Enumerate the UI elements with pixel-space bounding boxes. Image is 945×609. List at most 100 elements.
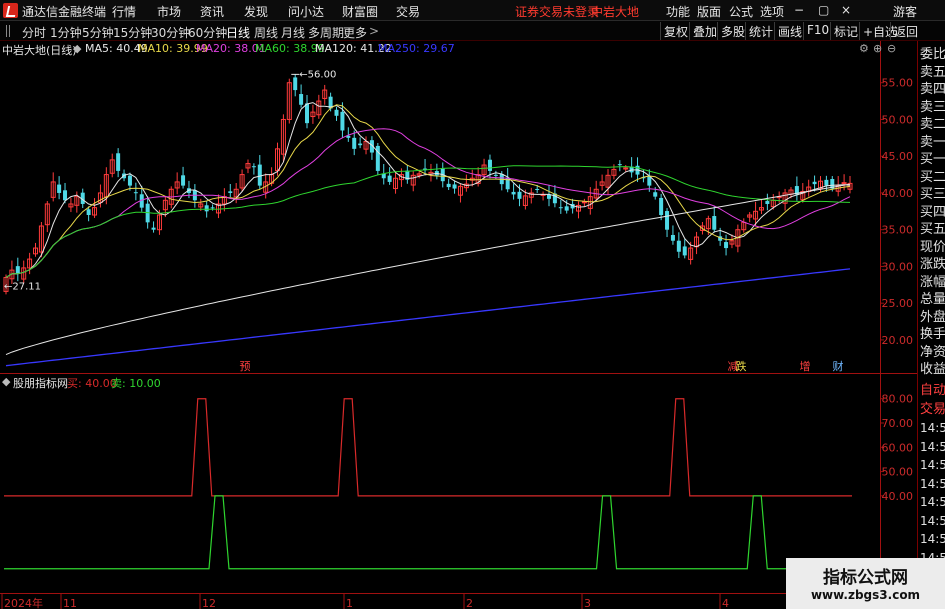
candle-body-down — [133, 192, 138, 194]
period-tab-15min[interactable]: 15分钟 — [113, 24, 152, 41]
auto-trade-label: 交易 — [920, 401, 945, 417]
sub-y-tick-label: 80.00 — [882, 393, 914, 406]
period-tab-daily[interactable]: 日线 — [226, 24, 250, 41]
candle-body-down — [293, 77, 298, 91]
candle-body-down — [228, 191, 233, 193]
candle-body-down — [305, 103, 310, 124]
quote-label: 买四 — [920, 204, 945, 220]
candle-body-down — [665, 211, 670, 230]
sub-y-tick-label: 60.00 — [882, 441, 914, 454]
period-tab-minute[interactable]: 分时 — [22, 24, 46, 41]
guest-button[interactable]: 游客 — [893, 3, 917, 20]
candle-body-down — [387, 175, 392, 182]
quote-label: 收益 — [920, 362, 945, 377]
quote-label: 买三 — [920, 187, 945, 202]
menu-item-community[interactable]: 财富圈 — [342, 3, 378, 20]
event-marker: 增 — [800, 359, 811, 373]
login-status[interactable]: 证券交易未登录 — [515, 3, 599, 20]
candle-body-down — [511, 191, 516, 195]
candle-body-down — [712, 216, 717, 230]
candle-body-down — [358, 143, 363, 146]
sub-y-tick-label: 70.00 — [882, 417, 914, 430]
y-tick-label: 20.00 — [882, 334, 914, 347]
candle-body-down — [558, 207, 563, 209]
candle-body-down — [210, 207, 215, 209]
ma10-line — [5, 104, 851, 278]
candle-body-down — [617, 164, 622, 166]
candle-body-down — [452, 184, 457, 189]
event-marker: 跌 — [736, 359, 747, 373]
candle-body-down — [181, 175, 186, 186]
tick-time: 14:56 — [920, 495, 945, 509]
maximize-icon[interactable]: ▢ — [818, 3, 829, 17]
candle-body-down — [676, 240, 681, 252]
multi-stock-button[interactable]: 多股 — [717, 22, 748, 40]
menu-item-discover[interactable]: 发现 — [244, 3, 268, 20]
tick-time: 14:56 — [920, 421, 945, 435]
sub-legend-expand-icon[interactable]: ◆ — [2, 375, 10, 388]
y-tick-label: 35.00 — [882, 224, 914, 237]
y-tick-label: 30.00 — [882, 260, 914, 273]
menu-item-layout[interactable]: 版面 — [697, 3, 721, 20]
tick-time: 14:56 — [920, 458, 945, 472]
menu-item-trade[interactable]: 交易 — [396, 3, 420, 20]
tick-time: 14:56 — [920, 476, 945, 491]
statistics-button[interactable]: 统计 — [745, 22, 776, 40]
period-tab-weekly[interactable]: 周线 — [254, 24, 278, 41]
period-tab-60min[interactable]: 60分钟 — [188, 24, 227, 41]
period-tab-1min[interactable]: 1分钟 — [50, 24, 82, 41]
candle-body-down — [535, 188, 540, 191]
quote-label: 买二 — [920, 169, 945, 185]
quote-label: 委比 — [920, 47, 945, 62]
sub-y-tick-label: 40.00 — [882, 490, 914, 503]
candle-body-down — [204, 205, 209, 212]
period-tab-monthly[interactable]: 月线 — [281, 24, 305, 41]
period-tab-30min[interactable]: 30分钟 — [151, 24, 190, 41]
x-axis-label: 1 — [346, 597, 353, 609]
event-marker: 财 — [833, 359, 844, 373]
more-arrow-icon[interactable]: > — [369, 24, 379, 38]
menu-item-news[interactable]: 资讯 — [200, 3, 224, 20]
restore-rights-button[interactable]: 复权 — [660, 22, 691, 40]
candle-body-down — [682, 246, 687, 256]
menu-item-options[interactable]: 选项 — [760, 3, 784, 20]
menu-item-ask[interactable]: 问小达 — [288, 3, 324, 20]
menu-item-function[interactable]: 功能 — [666, 3, 690, 20]
settings-icon[interactable]: ⚙ — [859, 42, 869, 55]
mark-button[interactable]: 标记 — [830, 22, 861, 40]
overlay-button[interactable]: 叠加 — [689, 22, 720, 40]
zoom-out-icon[interactable]: ⊖ — [887, 42, 896, 55]
candle-body-down — [116, 153, 121, 171]
close-icon[interactable]: × — [841, 3, 851, 17]
legend-expand-icon[interactable]: ◆ — [73, 42, 81, 55]
period-tab-multi[interactable]: 多周期 — [308, 24, 344, 41]
period-tab-more[interactable]: 更多 — [343, 24, 367, 41]
minimize-icon[interactable]: − — [794, 3, 804, 17]
chart-canvas[interactable]: 20.00 25.00 30.00 35.00 40.00 45.00 50.00 55.00… — [0, 41, 917, 609]
quote-label: 卖三 — [920, 99, 945, 115]
quote-label: 卖五 — [920, 64, 945, 80]
sub-y-tick-label: 50.00 — [882, 466, 914, 479]
candle-body-down — [257, 164, 262, 186]
candle-body-down — [15, 266, 20, 274]
quote-label: 卖二 — [920, 117, 945, 132]
ma5-line — [5, 102, 851, 278]
menu-item-formula[interactable]: 公式 — [729, 3, 753, 20]
draw-line-button[interactable]: 画线 — [774, 22, 805, 40]
candle-body-down — [352, 137, 357, 149]
candle-body-up — [841, 182, 847, 185]
zoom-in-icon[interactable]: ⊕ — [873, 42, 882, 55]
tick-time: 14:56 — [920, 439, 945, 454]
candle-body-down — [127, 175, 132, 186]
f10-button[interactable]: F10 — [803, 22, 832, 40]
ma60-line — [5, 165, 851, 278]
tick-time: 14:56 — [920, 532, 945, 546]
quote-panel: 委比 卖五 卖四 卖三 卖二 卖一 买一 买二 买三 买四 买五 现价 涨跌 涨幅 总量 外盘 换手 净资 收益 自动… — [917, 41, 945, 609]
menu-item-quotes[interactable]: 行情 — [112, 3, 136, 20]
back-button[interactable]: 返回 — [890, 22, 921, 40]
menu-bar: 通达信金融终端 行情 市场 资讯 发现 问小达 财富圈 交易 证券交易未登录 中… — [0, 0, 945, 21]
quote-label: 涨幅 — [920, 274, 945, 290]
menu-item-market[interactable]: 市场 — [157, 3, 181, 20]
quote-label: 卖四 — [920, 82, 945, 97]
period-tab-5min[interactable]: 5分钟 — [82, 24, 114, 41]
